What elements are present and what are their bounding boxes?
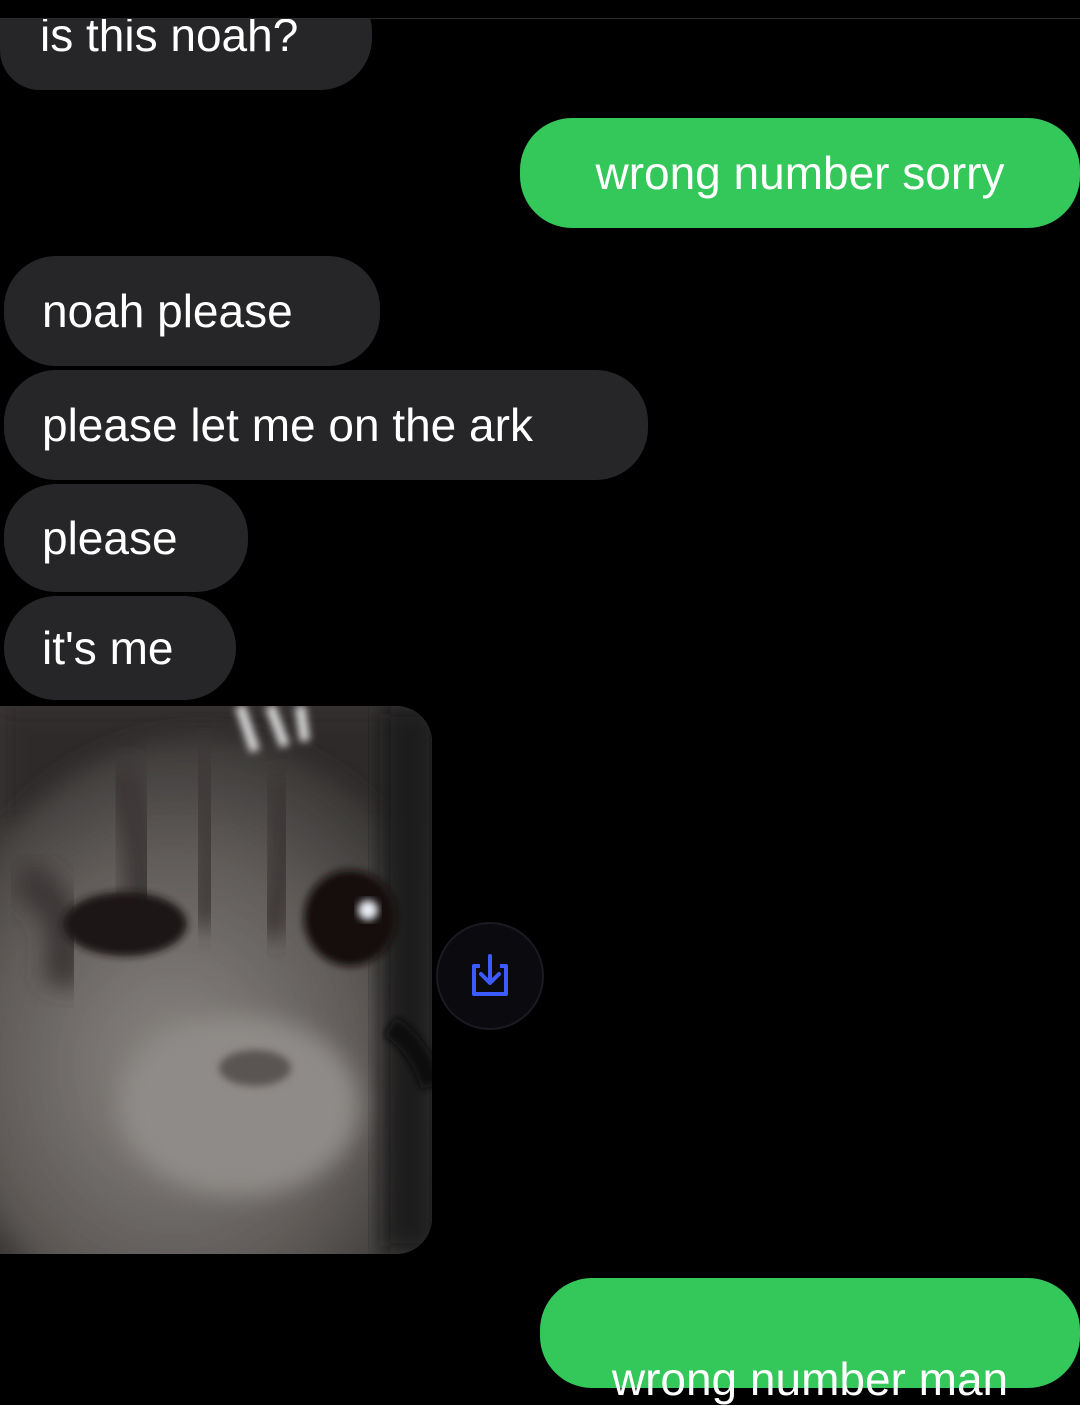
status-strip: [0, 0, 1080, 19]
save-attachment-button[interactable]: [436, 922, 544, 1030]
message-text: please: [42, 512, 178, 564]
message-bubble-incoming[interactable]: noah please: [4, 256, 380, 366]
save-download-icon: [472, 954, 508, 996]
message-bubble-incoming[interactable]: please let me on the ark: [4, 370, 648, 480]
message-text: wrong number sorry: [595, 147, 1005, 199]
cat-photo: [0, 706, 432, 1254]
message-bubble-incoming[interactable]: it's me: [4, 596, 236, 700]
cat-photo-attachment[interactable]: [0, 706, 432, 1254]
message-thread: is this noah? wrong number sorry noah pl…: [0, 0, 1080, 1402]
message-text: wrong number man: [611, 1353, 1009, 1405]
message-bubble-outgoing[interactable]: wrong number man: [540, 1278, 1080, 1402]
message-text: noah please: [42, 285, 293, 337]
message-text: it's me: [42, 622, 174, 674]
message-bubble-incoming[interactable]: please: [4, 484, 248, 592]
message-text: please let me on the ark: [42, 399, 533, 451]
message-bubble-outgoing[interactable]: wrong number sorry: [520, 118, 1080, 228]
